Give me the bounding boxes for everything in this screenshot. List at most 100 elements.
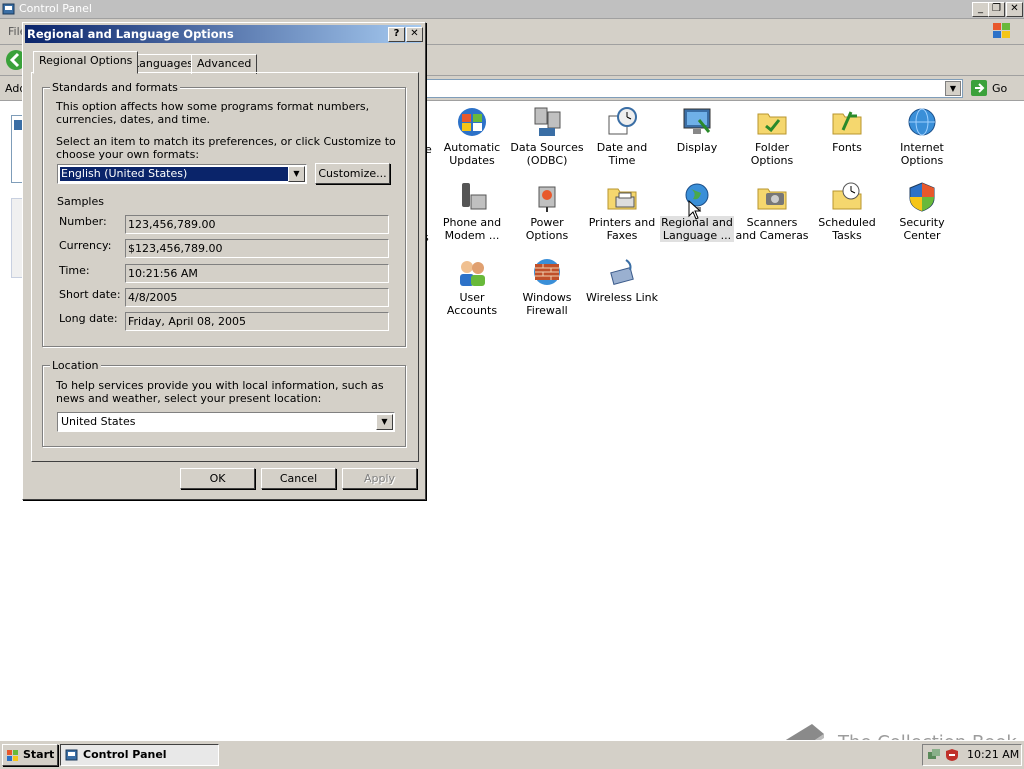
security-shield-icon[interactable] xyxy=(945,748,959,762)
format-select[interactable]: English (United States) ▼ xyxy=(57,164,307,184)
sample-time-label: Time: xyxy=(59,264,90,277)
cp-item-label: Phone and Modem ... xyxy=(442,216,502,242)
location-select[interactable]: United States ▼ xyxy=(57,412,395,432)
tab-advanced[interactable]: Advanced xyxy=(191,54,258,74)
format-select-value: English (United States) xyxy=(60,167,289,181)
cp-item-label: Date and Time xyxy=(596,141,648,167)
cp-item-automatic-updates[interactable]: Automatic Updates xyxy=(435,106,509,167)
apply-button[interactable]: Apply xyxy=(342,468,417,489)
location-group xyxy=(42,365,406,447)
cp-item-label: User Accounts xyxy=(446,291,498,317)
dialog-close-button[interactable]: ✕ xyxy=(406,27,423,42)
go-arrow-icon[interactable] xyxy=(970,79,988,97)
restore-button[interactable]: ❐ xyxy=(988,2,1005,17)
cp-item-label: Data Sources (ODBC) xyxy=(510,141,584,167)
cp-item-security-center[interactable]: Security Center xyxy=(885,181,959,242)
location-description: To help services provide you with local … xyxy=(56,379,384,405)
data-sources-icon xyxy=(531,106,563,138)
sample-short-date-label: Short date: xyxy=(59,288,121,301)
security-center-icon xyxy=(906,181,938,213)
sample-long-date-label: Long date: xyxy=(59,312,118,325)
network-icon[interactable] xyxy=(927,748,941,762)
main-window-title: Control Panel xyxy=(19,2,92,15)
cp-item-power-options[interactable]: Power Options xyxy=(510,181,584,242)
chevron-down-icon[interactable]: ▼ xyxy=(288,166,305,182)
cp-item-display[interactable]: Display xyxy=(660,106,734,154)
partial-label-row1: e xyxy=(425,143,432,156)
display-icon xyxy=(681,106,713,138)
sample-number-value: 123,456,789.00 xyxy=(125,215,389,234)
select-prompt: Select an item to match its preferences,… xyxy=(56,135,396,161)
main-window-titlebar[interactable]: Control Panel _ ❐ ✕ xyxy=(0,0,1024,19)
help-button[interactable]: ? xyxy=(388,27,405,42)
cp-item-fonts[interactable]: Fonts xyxy=(810,106,884,154)
cp-item-label: Scheduled Tasks xyxy=(818,216,876,242)
cp-item-label: Display xyxy=(676,141,718,154)
cp-item-date-time[interactable]: Date and Time xyxy=(585,106,659,167)
cp-item-internet-options[interactable]: Internet Options xyxy=(885,106,959,167)
user-accounts-icon xyxy=(456,256,488,288)
cp-item-phone-modem[interactable]: Phone and Modem ... xyxy=(435,181,509,242)
automatic-updates-icon xyxy=(456,106,488,138)
sample-time-value: 10:21:56 AM xyxy=(125,264,389,283)
customize-button[interactable]: Customize... xyxy=(315,163,390,184)
address-input[interactable]: ▼ xyxy=(425,79,963,98)
date-time-icon xyxy=(606,106,638,138)
tab-regional-options[interactable]: Regional Options xyxy=(33,51,139,74)
scanners-cameras-icon xyxy=(756,181,788,213)
cp-item-user-accounts[interactable]: User Accounts xyxy=(435,256,509,317)
cp-item-label: Power Options xyxy=(525,216,569,242)
standards-description: This option affects how some programs fo… xyxy=(56,100,370,126)
windows-logo-icon xyxy=(990,21,1014,41)
sample-number-label: Number: xyxy=(59,215,107,228)
ok-button[interactable]: OK xyxy=(180,468,255,489)
standards-group-label: Standards and formats xyxy=(50,81,180,94)
taskbar-control-panel[interactable]: Control Panel xyxy=(60,744,219,766)
cp-item-printers-faxes[interactable]: Printers and Faxes xyxy=(585,181,659,242)
cp-item-label: Security Center xyxy=(899,216,945,242)
dialog-titlebar[interactable]: Regional and Language Options ? ✕ xyxy=(25,25,423,43)
mouse-pointer-icon xyxy=(688,199,702,220)
sample-currency-value: $123,456,789.00 xyxy=(125,239,389,258)
cp-item-label: Printers and Faxes xyxy=(588,216,656,242)
system-tray: 10:21 AM xyxy=(922,744,1022,766)
go-button[interactable]: Go xyxy=(992,82,1007,95)
cp-item-wireless-link[interactable]: Wireless Link xyxy=(585,256,659,304)
control-panel-icon xyxy=(65,748,79,762)
chevron-down-icon[interactable]: ▼ xyxy=(376,414,393,430)
start-button[interactable]: Start xyxy=(2,744,58,766)
internet-options-icon xyxy=(906,106,938,138)
taskbar: Start Control Panel 10:21 AM xyxy=(0,740,1024,769)
folder-options-icon xyxy=(756,106,788,138)
cp-item-label: Folder Options xyxy=(750,141,794,167)
cp-item-scheduled-tasks[interactable]: Scheduled Tasks xyxy=(810,181,884,242)
cp-item-folder-options[interactable]: Folder Options xyxy=(735,106,809,167)
cp-item-scanners-cameras[interactable]: Scanners and Cameras xyxy=(735,181,809,242)
phone-modem-icon xyxy=(456,181,488,213)
sample-long-date-value: Friday, April 08, 2005 xyxy=(125,312,389,331)
address-dropdown-icon[interactable]: ▼ xyxy=(945,81,961,96)
windows-flag-icon xyxy=(7,749,19,761)
location-group-label: Location xyxy=(50,359,101,372)
regional-language-dialog: Regional and Language Options ? ✕ Region… xyxy=(22,22,426,500)
power-options-icon xyxy=(531,181,563,213)
wireless-link-icon xyxy=(606,256,638,288)
minimize-button[interactable]: _ xyxy=(972,2,989,17)
cancel-button[interactable]: Cancel xyxy=(261,468,336,489)
taskbar-item-label: Control Panel xyxy=(83,748,167,761)
samples-label: Samples xyxy=(57,195,104,208)
cp-item-windows-firewall[interactable]: Windows Firewall xyxy=(510,256,584,317)
clock: 10:21 AM xyxy=(967,748,1020,761)
tab-panel: Standards and formats This option affect… xyxy=(31,72,419,462)
location-select-value: United States xyxy=(61,415,136,428)
printers-icon xyxy=(606,181,638,213)
cp-item-label: Internet Options xyxy=(900,141,944,167)
cp-item-label: Wireless Link xyxy=(585,291,659,304)
cp-item-label: Scanners and Cameras xyxy=(735,216,809,242)
close-button[interactable]: ✕ xyxy=(1006,2,1023,17)
control-panel-icon xyxy=(2,2,16,16)
sample-short-date-value: 4/8/2005 xyxy=(125,288,389,307)
cp-item-data-sources[interactable]: Data Sources (ODBC) xyxy=(510,106,584,167)
cp-item-label: Windows Firewall xyxy=(522,291,572,317)
cp-item-label: Automatic Updates xyxy=(443,141,501,167)
